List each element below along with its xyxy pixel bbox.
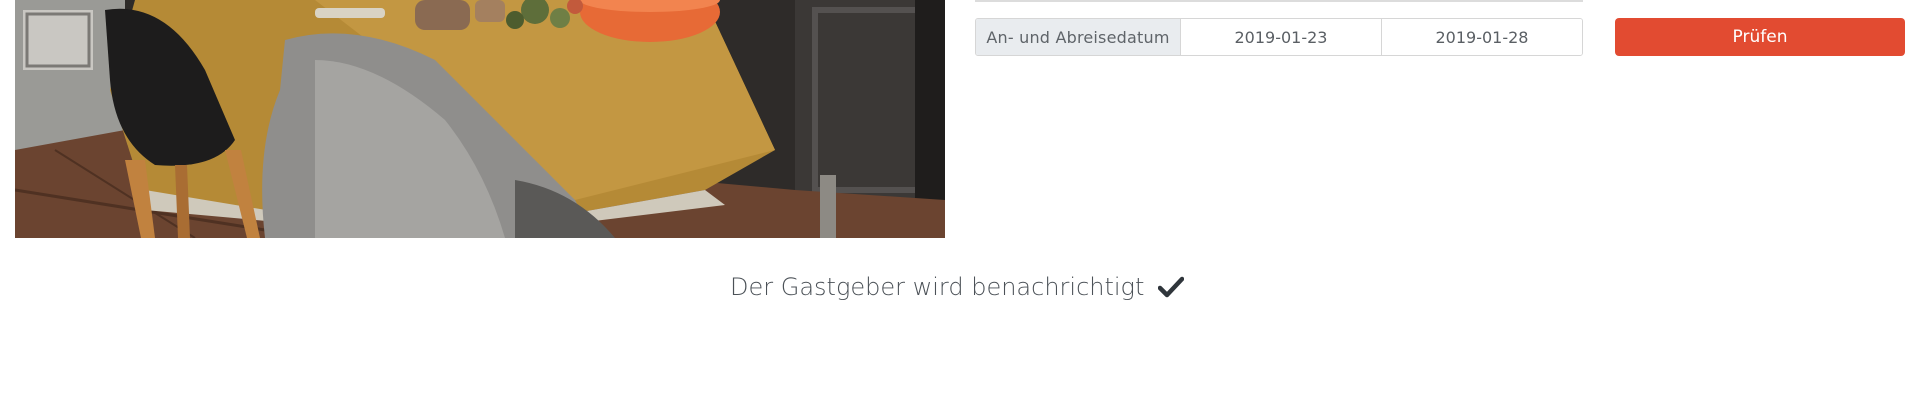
departure-date-input[interactable] <box>1382 19 1582 55</box>
host-notification-message: Der Gastgeber wird benachrichtigt <box>0 273 1914 304</box>
booking-form: An- und Abreisedatum Prüfen <box>975 0 1905 238</box>
notification-text: Der Gastgeber wird benachrichtigt <box>729 273 1145 301</box>
date-range-label: An- und Abreisedatum <box>976 19 1181 55</box>
check-icon <box>1157 276 1185 304</box>
date-range-group: An- und Abreisedatum <box>975 18 1583 56</box>
listing-photo <box>15 0 945 238</box>
divider <box>975 0 1583 2</box>
arrival-date-input[interactable] <box>1181 19 1382 55</box>
check-availability-button[interactable]: Prüfen <box>1615 18 1905 56</box>
